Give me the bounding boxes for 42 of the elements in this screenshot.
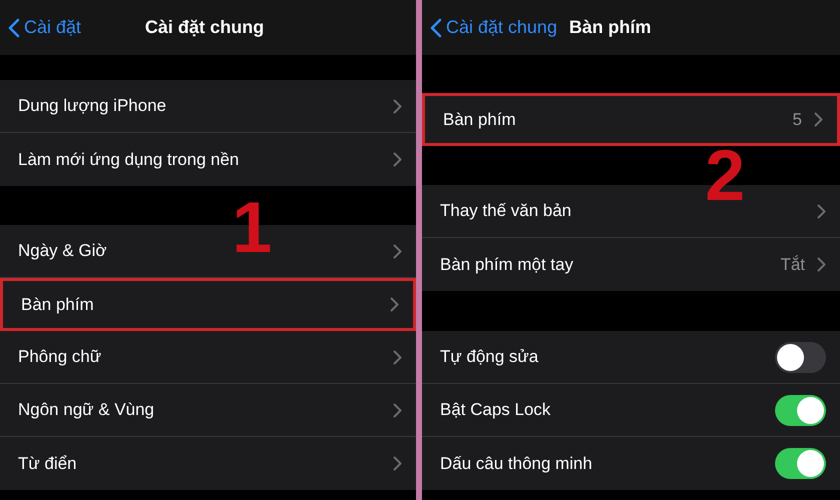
row-label: Thay thế văn bản — [440, 200, 572, 222]
chevron-right-icon — [814, 112, 823, 127]
row-value: 5 — [792, 108, 802, 131]
row-label: Dung lượng iPhone — [18, 95, 168, 118]
toggle-switch[interactable] — [775, 342, 826, 372]
chevron-right-icon — [393, 456, 402, 471]
row-label: Ngày & Giờ — [18, 240, 108, 262]
row-label: Dấu câu thông minh — [440, 452, 594, 475]
row-label: Ngôn ngữ & Vùng — [18, 399, 156, 422]
chevron-right-icon — [393, 350, 402, 364]
back-button[interactable]: Cài đặt chung — [430, 14, 558, 41]
settings-row[interactable]: Dấu câu thông minh — [422, 437, 840, 490]
chevron-left-icon — [8, 18, 20, 38]
settings-row[interactable]: Bật Caps Lock — [422, 384, 840, 437]
row-label: Từ điển — [18, 452, 78, 475]
toggle-switch[interactable] — [775, 394, 826, 426]
row-label: Làm mới ứng dụng trong nền — [18, 148, 240, 171]
row-label: Bật Caps Lock — [440, 399, 552, 422]
settings-row[interactable]: Bàn phím 5 — [422, 93, 840, 146]
row-label: Phông chữ — [18, 346, 102, 368]
settings-row[interactable]: Tự động sửa — [422, 331, 840, 384]
settings-row[interactable]: Bàn phím — [0, 278, 416, 331]
toggle-switch[interactable] — [775, 448, 826, 479]
row-label: Bàn phím một tay — [440, 254, 574, 276]
row-label: Bàn phím — [21, 294, 95, 316]
chevron-right-icon — [817, 257, 826, 272]
row-value: Tắt — [780, 254, 805, 276]
chevron-right-icon — [393, 244, 402, 258]
chevron-right-icon — [393, 402, 402, 418]
chevron-right-icon — [817, 204, 826, 218]
chevron-right-icon — [390, 297, 399, 312]
chevron-right-icon — [393, 152, 402, 167]
screen-title: Cài đặt chung — [145, 16, 264, 39]
row-label: Bàn phím — [443, 108, 517, 131]
settings-row[interactable]: Từ điển — [0, 437, 416, 490]
back-button[interactable]: Cài đặt — [8, 14, 82, 41]
row-label: Tự động sửa — [440, 346, 540, 368]
screen-title: Bàn phím — [569, 16, 652, 39]
chevron-left-icon — [430, 18, 442, 38]
chevron-right-icon — [393, 98, 402, 114]
settings-row[interactable]: Bàn phím một tay Tắt — [422, 238, 840, 291]
settings-row[interactable]: Làm mới ứng dụng trong nền — [0, 133, 416, 186]
